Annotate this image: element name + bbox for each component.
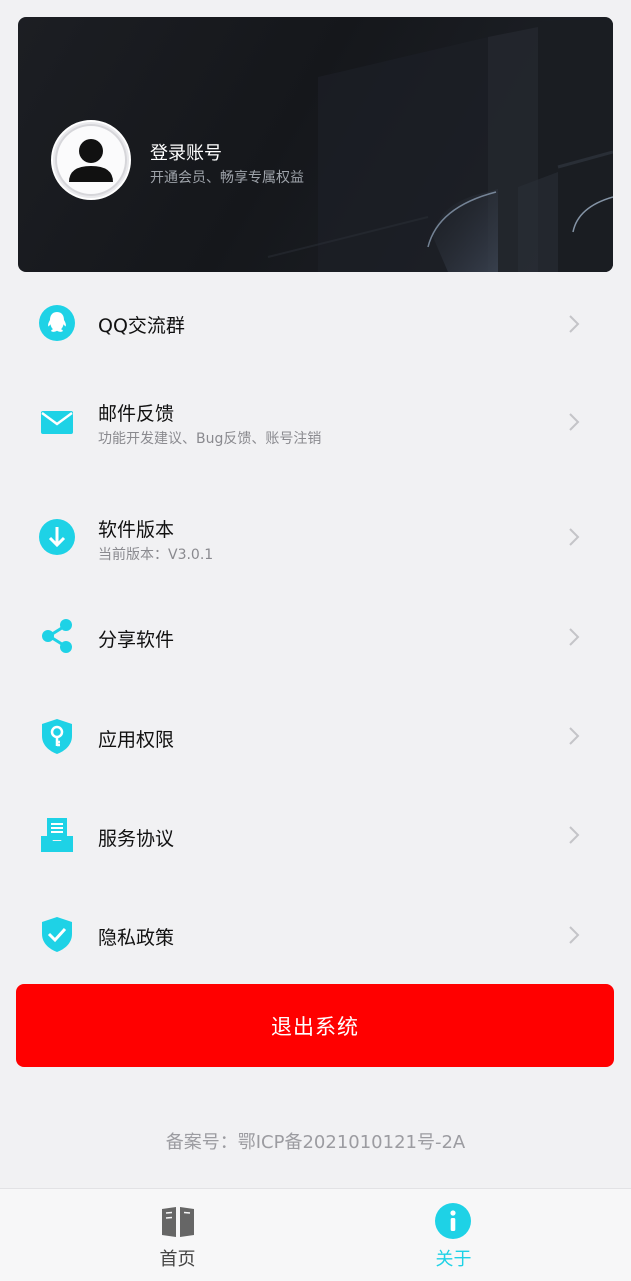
bottom-navigation: 首页 关于 xyxy=(0,1188,631,1281)
tab-label: 首页 xyxy=(159,1249,196,1270)
tab-about[interactable]: 关于 xyxy=(296,1189,611,1281)
chevron-right-icon xyxy=(569,315,580,333)
menu-item-title: 应用权限 xyxy=(98,729,175,751)
login-account-title[interactable]: 登录账号 xyxy=(150,139,222,165)
chevron-right-icon xyxy=(569,413,580,431)
qq-penguin-icon xyxy=(39,305,75,341)
menu-item-title: 服务协议 xyxy=(98,828,175,850)
shield-key-icon xyxy=(42,719,72,754)
menu-item-mail-feedback[interactable]: 邮件反馈 功能开发建议、Bug反馈、账号注销 xyxy=(0,377,631,467)
profile-header-card[interactable]: 登录账号 开通会员、畅享专属权益 xyxy=(18,17,613,272)
menu-item-subtitle: 当前版本：V3.0.1 xyxy=(98,547,214,563)
menu-item-subtitle: 功能开发建议、Bug反馈、账号注销 xyxy=(98,431,322,447)
menu-item-title: 邮件反馈 xyxy=(98,403,175,425)
menu-item-share[interactable]: 分享软件 xyxy=(0,597,631,677)
menu-item-software-version[interactable]: 软件版本 当前版本：V3.0.1 xyxy=(0,492,631,582)
avatar[interactable] xyxy=(51,120,131,200)
shield-check-icon xyxy=(42,917,72,952)
download-icon xyxy=(39,519,75,555)
chevron-right-icon xyxy=(569,628,580,646)
chevron-right-icon xyxy=(569,926,580,944)
logout-button[interactable]: 退出系统 xyxy=(16,984,614,1067)
menu-item-app-permissions[interactable]: 应用权限 xyxy=(0,697,631,777)
chevron-right-icon xyxy=(569,727,580,745)
book-icon xyxy=(162,1207,194,1237)
tab-label: 关于 xyxy=(435,1249,472,1270)
menu-item-title: 隐私政策 xyxy=(98,927,175,949)
menu-item-privacy-policy[interactable]: 隐私政策 xyxy=(0,895,631,975)
chevron-right-icon xyxy=(569,528,580,546)
share-icon xyxy=(42,619,72,653)
mail-icon xyxy=(41,411,73,434)
info-icon xyxy=(435,1203,471,1239)
user-placeholder-icon xyxy=(55,124,127,196)
menu-item-title: 分享软件 xyxy=(98,629,175,651)
menu-item-title: QQ交流群 xyxy=(98,315,185,337)
document-tray-icon xyxy=(41,818,73,852)
tab-home[interactable]: 首页 xyxy=(20,1189,335,1281)
menu-item-service-agreement[interactable]: 服务协议 xyxy=(0,796,631,876)
menu-item-qq-group[interactable]: QQ交流群 xyxy=(0,283,631,363)
chevron-right-icon xyxy=(569,826,580,844)
membership-subtitle: 开通会员、畅享专属权益 xyxy=(150,170,304,186)
icp-record-number: 备案号：鄂ICP备2021010121号-2A xyxy=(165,1132,466,1153)
menu-item-title: 软件版本 xyxy=(98,519,175,541)
